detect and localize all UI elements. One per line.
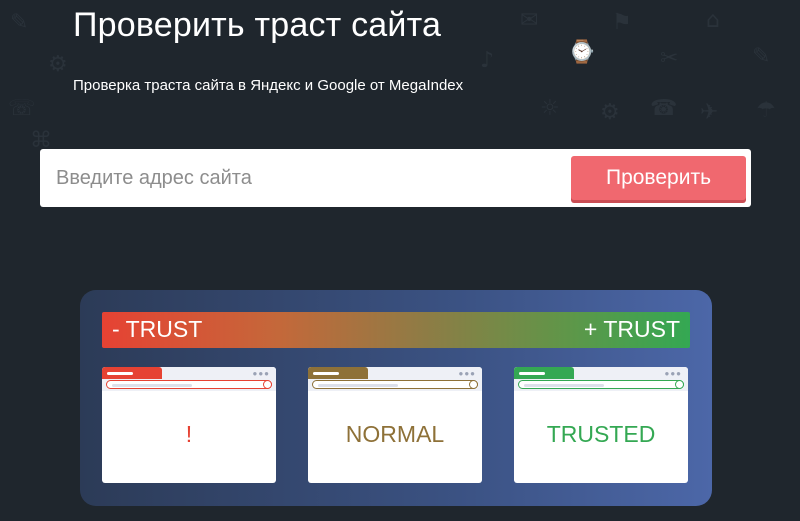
trust-plus-label: + TRUST (583, 316, 680, 342)
browser-card-normal: ●●● NORMAL (308, 367, 482, 483)
browser-window-icon: ●●● (102, 367, 276, 391)
page-title: Проверить траст сайта (73, 6, 442, 44)
browser-card-trusted: ●●● TRUSTED (514, 367, 688, 483)
browser-window-icon: ●●● (514, 367, 688, 391)
search-bar: Проверить (40, 149, 751, 207)
browser-card-bad: ●●● ! (102, 367, 276, 483)
trust-minus-label: - TRUST (112, 316, 203, 342)
card-label-warning: ! (185, 421, 193, 447)
page-subtitle: Проверка траста сайта в Яндекс и Google … (73, 77, 464, 94)
trust-illustration-panel: - TRUST + TRUST ●●● ! ●●● NORMAL ●●● TRU… (80, 290, 712, 506)
trust-scale-bar: - TRUST + TRUST (102, 312, 690, 348)
site-address-input[interactable] (40, 149, 560, 207)
check-button[interactable]: Проверить (571, 156, 746, 200)
card-label-normal: NORMAL (345, 421, 445, 447)
card-label-trusted: TRUSTED (546, 421, 656, 447)
browser-window-icon: ●●● (308, 367, 482, 391)
